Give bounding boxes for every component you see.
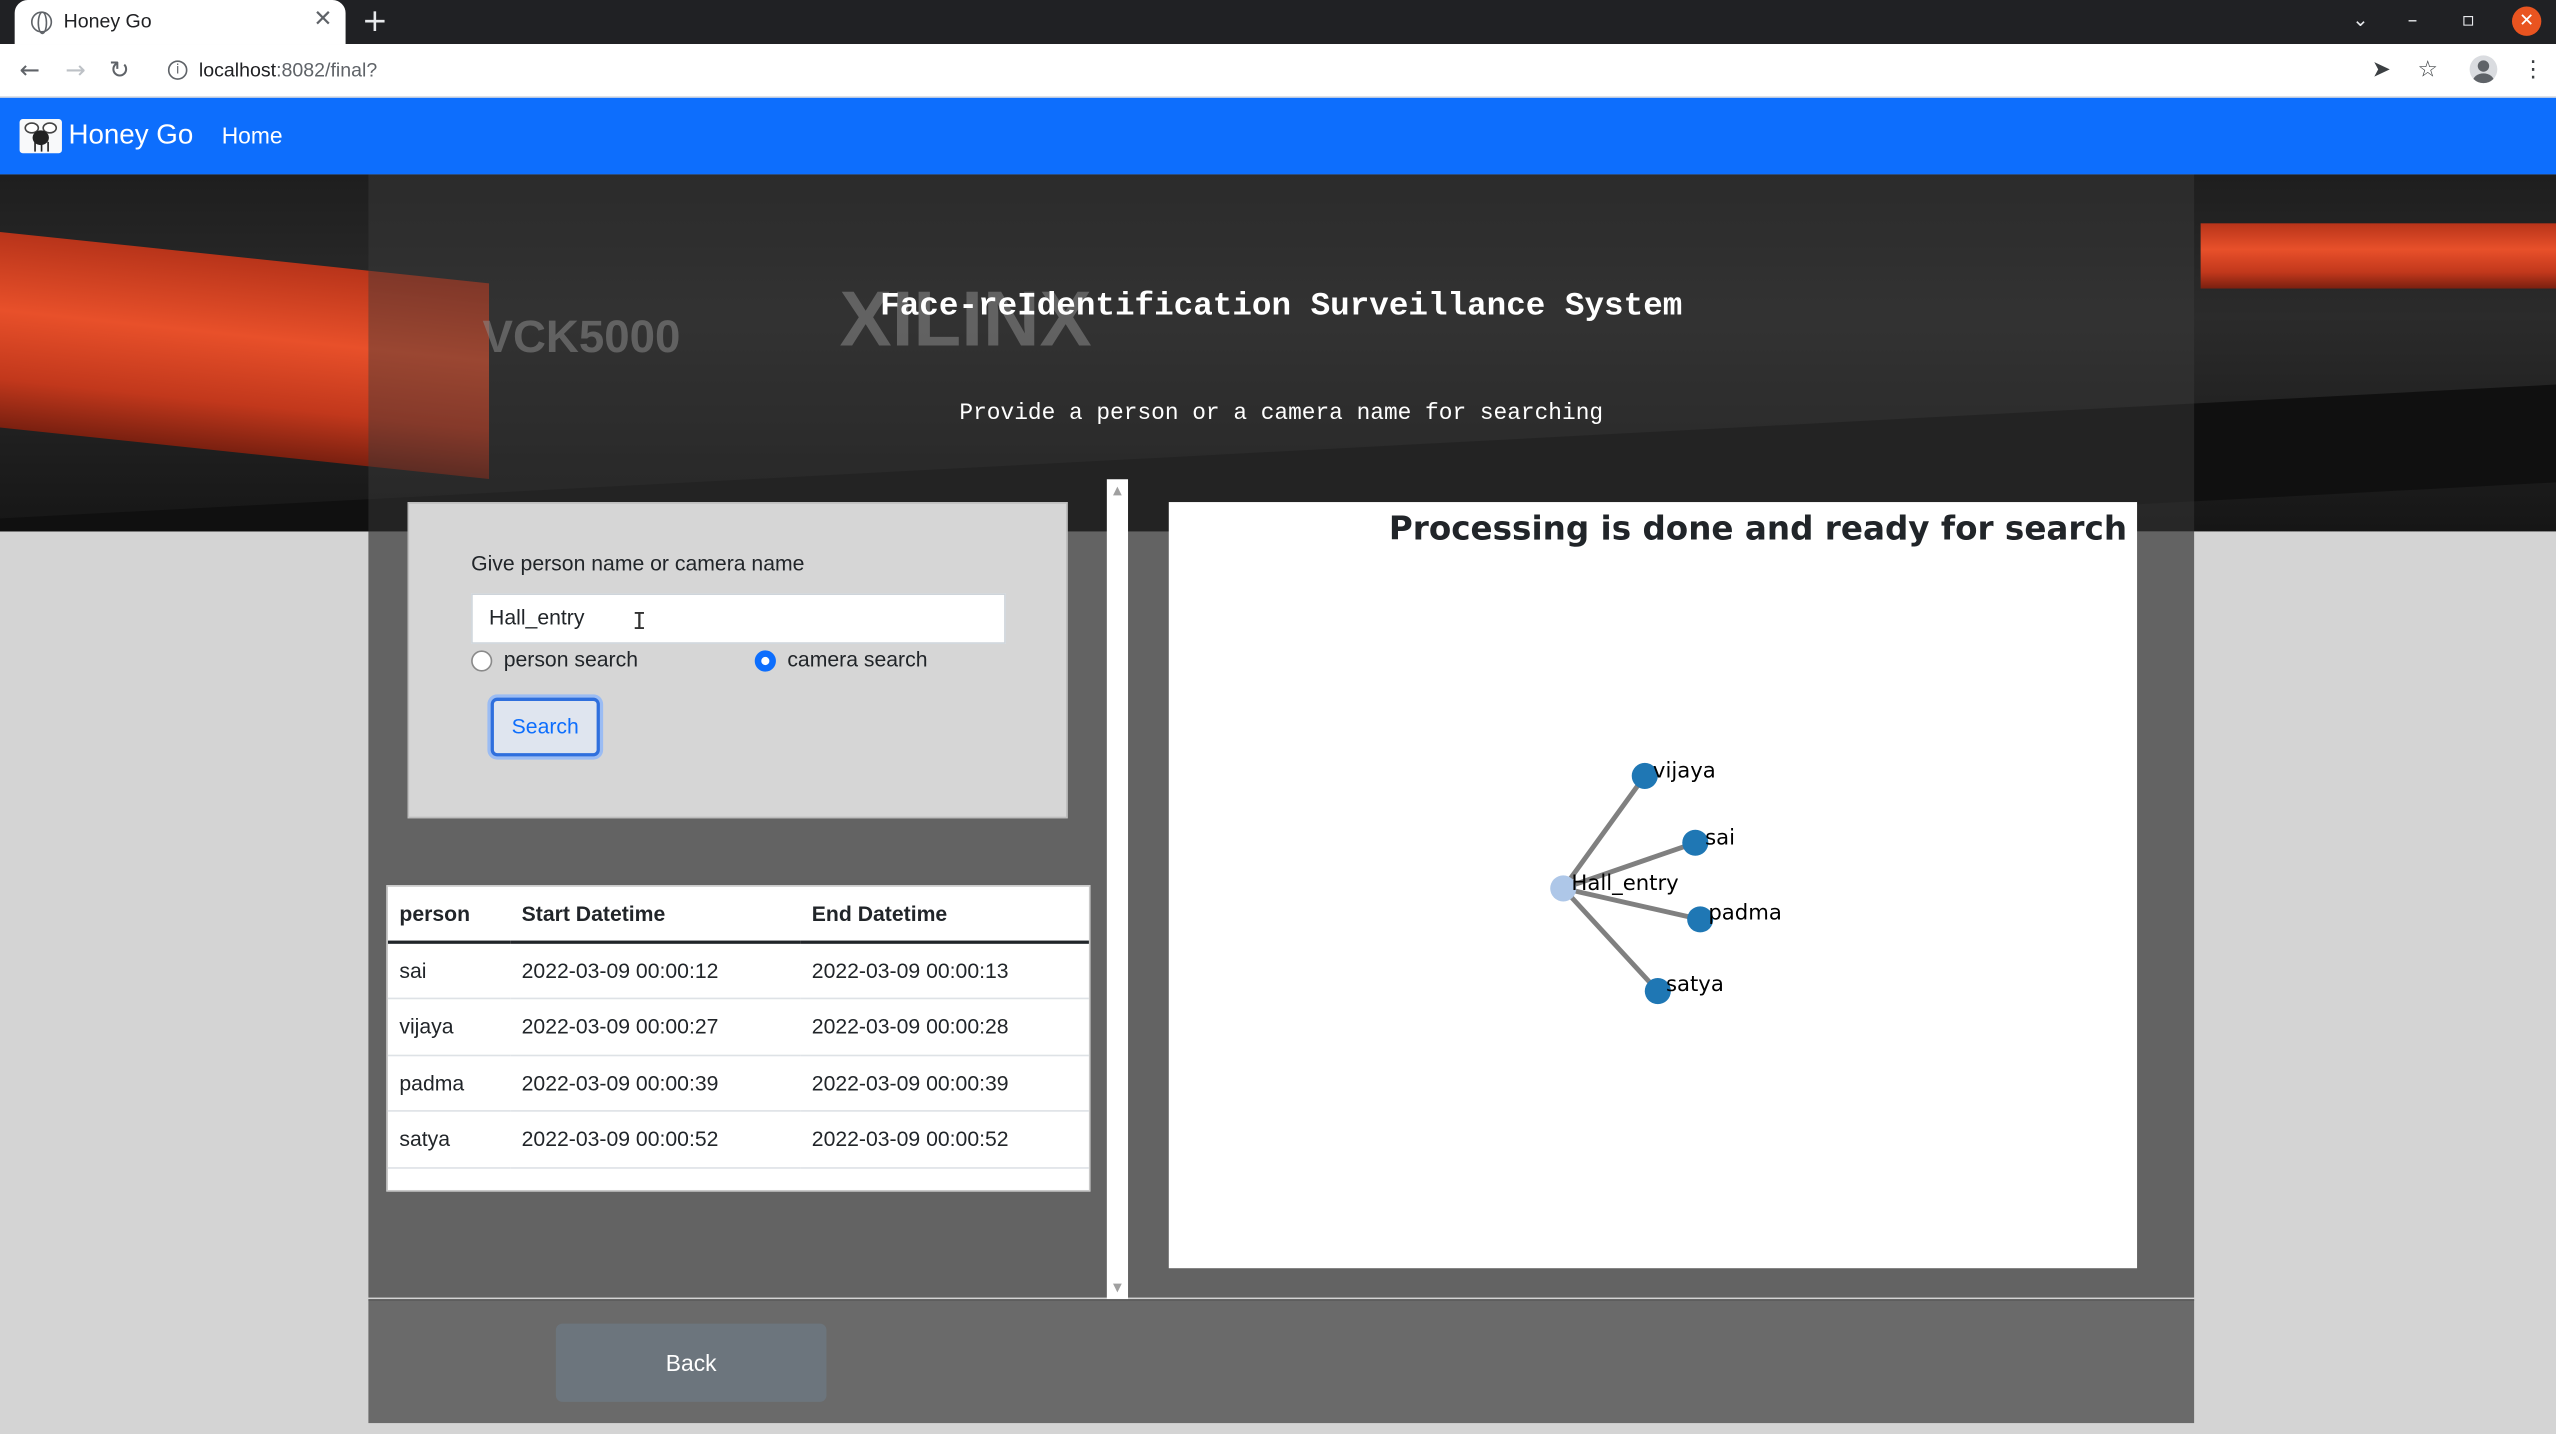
results-table: person Start Datetime End Datetime sai 2… xyxy=(387,886,1089,1168)
results-table-card: person Start Datetime End Datetime sai 2… xyxy=(386,885,1091,1192)
search-form: Give person name or camera name Hall_ent… xyxy=(407,502,1068,819)
table-row: satya 2022-03-09 00:00:52 2022-03-09 00:… xyxy=(387,1110,1089,1168)
browser-window: Honey Go ✕ + ⌄ – ▫ ✕ ← → ↻ i localhost:8… xyxy=(0,0,2556,1434)
cell-end: 2022-03-09 00:00:13 xyxy=(800,942,1089,1000)
globe-icon xyxy=(30,11,53,35)
cell-start: 2022-03-09 00:00:27 xyxy=(510,998,801,1056)
search-button[interactable]: Search xyxy=(490,697,600,757)
scroll-up-icon[interactable]: ▲ xyxy=(1107,483,1128,499)
scrollbar[interactable]: ▲ ▼ xyxy=(1106,479,1129,1300)
minimize-icon[interactable]: – xyxy=(2408,7,2418,33)
cell-start: 2022-03-09 00:00:52 xyxy=(510,1110,801,1168)
table-row: vijaya 2022-03-09 00:00:27 2022-03-09 00… xyxy=(387,998,1089,1056)
page-subtitle: Provide a person or a camera name for se… xyxy=(959,401,1604,428)
info-icon[interactable]: i xyxy=(167,60,188,80)
reload-icon[interactable]: ↻ xyxy=(109,54,130,87)
graph-panel: Processing is done and ready for search … xyxy=(1168,502,2138,1269)
new-tab-icon[interactable]: + xyxy=(362,5,388,38)
tab-title: Honey Go xyxy=(63,9,152,33)
address-bar: ← → ↻ i localhost:8082/final? ➤ ☆ ⋮ xyxy=(0,44,2556,98)
cell-person: satya xyxy=(387,1110,511,1168)
back-button[interactable]: Back xyxy=(555,1323,827,1402)
camera-search-label[interactable]: camera search xyxy=(787,647,927,671)
hero-red-stripe-right xyxy=(2200,223,2556,289)
person-search-label[interactable]: person search xyxy=(504,647,638,671)
send-icon[interactable]: ➤ xyxy=(2372,54,2391,87)
menu-icon[interactable]: ⋮ xyxy=(2522,54,2545,87)
back-arrow-icon[interactable]: ← xyxy=(20,54,41,87)
search-label: Give person name or camera name xyxy=(471,550,805,576)
camera-search-radio[interactable] xyxy=(754,650,776,672)
graph-label-center: Hall_entry xyxy=(1571,870,1678,895)
cell-end: 2022-03-09 00:00:28 xyxy=(800,998,1089,1056)
brand-link[interactable]: Honey Go xyxy=(68,119,193,152)
graph-label-sai: sai xyxy=(1705,824,1735,849)
restore-icon[interactable]: ▫ xyxy=(2461,7,2474,33)
text-cursor-icon: I xyxy=(632,609,647,636)
scroll-down-icon[interactable]: ▼ xyxy=(1107,1280,1128,1296)
url-field[interactable]: i localhost:8082/final? xyxy=(156,51,2406,92)
table-row: padma 2022-03-09 00:00:39 2022-03-09 00:… xyxy=(387,1054,1089,1112)
search-input[interactable]: Hall_entry xyxy=(471,593,1006,644)
cell-end: 2022-03-09 00:00:52 xyxy=(800,1110,1089,1168)
bee-logo-icon[interactable] xyxy=(19,118,62,154)
graph-edge-satya xyxy=(1561,886,1660,993)
cell-start: 2022-03-09 00:00:12 xyxy=(510,942,801,1000)
graph-label-padma: padma xyxy=(1708,899,1782,924)
close-tab-icon[interactable]: ✕ xyxy=(313,7,332,33)
url-text: localhost:8082/final? xyxy=(198,58,378,82)
cell-person: vijaya xyxy=(387,998,511,1056)
network-graph: Hall_entry vijaya sai padma satya xyxy=(1550,758,1782,1005)
forward-arrow-icon[interactable]: → xyxy=(65,54,86,87)
tab-bar: Honey Go ✕ + ⌄ – ▫ ✕ xyxy=(0,0,2556,45)
table-header-row: person Start Datetime End Datetime xyxy=(387,886,1089,944)
graph-label-satya: satya xyxy=(1666,971,1724,996)
cell-person: padma xyxy=(387,1054,511,1112)
cell-end: 2022-03-09 00:00:39 xyxy=(800,1054,1089,1112)
column-header-start: Start Datetime xyxy=(510,886,801,944)
footer-bar: Back xyxy=(368,1299,2195,1424)
browser-tab[interactable]: Honey Go ✕ xyxy=(14,0,346,45)
site-navbar: Honey Go Home xyxy=(0,97,2556,175)
nav-home-link[interactable]: Home xyxy=(222,122,283,148)
cell-start: 2022-03-09 00:00:39 xyxy=(510,1054,801,1112)
column-header-person: person xyxy=(387,886,511,944)
hero-overlay xyxy=(368,174,2195,532)
page-title: Face-reIdentification Surveillance Syste… xyxy=(880,288,1683,327)
profile-icon[interactable] xyxy=(2469,55,2498,84)
table-row: sai 2022-03-09 00:00:12 2022-03-09 00:00… xyxy=(387,942,1089,1000)
hero-banner: VCK5000 XILINX Face-reIdentification Sur… xyxy=(0,174,2556,532)
cell-person: sai xyxy=(387,942,511,1000)
person-search-radio[interactable] xyxy=(471,650,493,672)
graph-label-vijaya: vijaya xyxy=(1653,758,1716,783)
tab-search-icon[interactable]: ⌄ xyxy=(2352,7,2368,33)
star-icon[interactable]: ☆ xyxy=(2417,54,2437,87)
column-header-end: End Datetime xyxy=(800,886,1089,944)
close-window-icon[interactable]: ✕ xyxy=(2511,6,2542,36)
